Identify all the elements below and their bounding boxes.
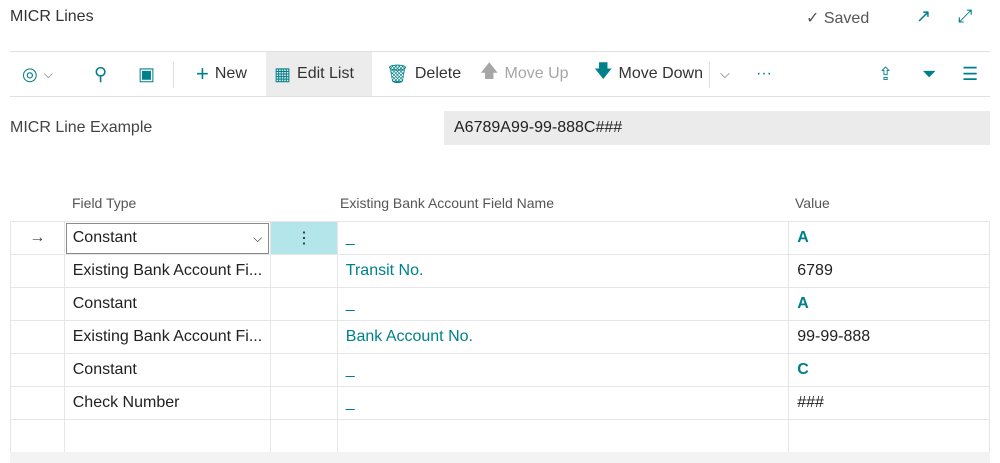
- more-options-button[interactable]: ···: [748, 52, 780, 96]
- saved-status: ✓ Saved: [806, 10, 870, 27]
- field-type-cell[interactable]: Check Number: [63, 386, 272, 420]
- copilot-menu-button[interactable]: ◎ ⌵: [14, 52, 61, 96]
- search-icon: ⚲: [94, 63, 108, 84]
- move-down-dropdown[interactable]: ⌵: [712, 52, 738, 96]
- column-header-value[interactable]: Value: [795, 195, 830, 211]
- field-type-cell[interactable]: Constant: [63, 353, 272, 387]
- edit-list-button[interactable]: ▦ Edit List: [266, 52, 372, 96]
- arrow-up-icon: 🡅: [480, 61, 499, 81]
- table-row[interactable]: Constant _ C: [10, 353, 990, 387]
- table-row[interactable]: → Constant ⌵ ⋮ _ A: [10, 221, 990, 255]
- existing-field-cell[interactable]: _: [336, 221, 790, 255]
- share-button[interactable]: ⇪: [870, 52, 901, 96]
- move-up-button[interactable]: 🡅 Move Up: [472, 52, 577, 96]
- field-type-select[interactable]: Constant ⌵: [65, 222, 270, 254]
- open-new-window-icon[interactable]: ↗: [916, 6, 931, 27]
- chevron-down-icon: ⌵: [253, 230, 263, 245]
- plus-icon: +: [196, 61, 209, 86]
- table-row[interactable]: Check Number _ ###: [10, 386, 990, 420]
- check-icon: ✓: [806, 10, 820, 27]
- existing-field-cell[interactable]: _: [336, 353, 790, 387]
- value-cell[interactable]: 6789: [788, 254, 990, 288]
- list-view-button[interactable]: ☰: [954, 52, 986, 96]
- value-cell[interactable]: 99-99-888: [788, 320, 990, 354]
- empty-table-row[interactable]: [10, 419, 990, 453]
- existing-field-cell[interactable]: _: [336, 287, 790, 321]
- current-row-arrow-icon: →: [10, 221, 65, 255]
- value-cell[interactable]: A: [788, 221, 990, 255]
- action-bar: ◎ ⌵ ⚲ ▣ + New ▦ Edit List 🗑 Delete 🡅 Move Up …: [10, 51, 990, 97]
- value-cell[interactable]: A: [788, 287, 990, 321]
- layout-icon: ▣: [138, 63, 156, 84]
- arrow-down-icon: 🡇: [594, 61, 613, 81]
- field-type-cell[interactable]: Constant: [63, 287, 272, 321]
- micr-line-example-label: MICR Line Example: [10, 119, 153, 136]
- micr-line-example-field[interactable]: A6789A99-99-888C###: [444, 111, 990, 145]
- share-icon: ⇪: [878, 63, 894, 84]
- field-type-cell[interactable]: Existing Bank Account Fi...: [63, 254, 272, 288]
- column-header-existing-field[interactable]: Existing Bank Account Field Name: [340, 195, 554, 211]
- table-footer: [10, 452, 990, 463]
- field-type-cell[interactable]: Existing Bank Account Fi...: [63, 320, 272, 354]
- edit-list-icon: ▦: [274, 63, 292, 84]
- divider: [173, 62, 174, 88]
- table-row[interactable]: Constant _ A: [10, 287, 990, 321]
- delete-button[interactable]: 🗑 Delete: [378, 52, 469, 96]
- move-down-button[interactable]: 🡇 Move Down: [586, 52, 711, 96]
- chevron-down-icon: ⌵: [43, 66, 53, 81]
- micr-lines-table: → Constant ⌵ ⋮ _ A Existing Bank Account …: [10, 221, 990, 453]
- value-cell[interactable]: C: [788, 353, 990, 387]
- table-row[interactable]: Existing Bank Account Fi... Bank Account…: [10, 320, 990, 354]
- existing-field-cell[interactable]: _: [336, 386, 790, 420]
- chevron-down-icon: ⌵: [720, 66, 730, 81]
- list-icon: ☰: [962, 63, 979, 84]
- existing-field-cell[interactable]: Transit No.: [336, 254, 790, 288]
- personalize-button[interactable]: ▣: [130, 52, 163, 96]
- filter-button[interactable]: ⏷: [914, 52, 944, 96]
- divider: [709, 62, 710, 88]
- new-button[interactable]: + New: [188, 52, 255, 96]
- row-menu-button[interactable]: ⋮: [270, 221, 338, 255]
- value-cell[interactable]: ###: [788, 386, 990, 420]
- filter-icon: ⏷: [922, 63, 937, 84]
- trash-icon: 🗑: [386, 63, 409, 84]
- expand-icon[interactable]: ⤢: [958, 6, 972, 27]
- column-header-field-type[interactable]: Field Type: [72, 195, 136, 211]
- search-button[interactable]: ⚲: [86, 52, 115, 96]
- page-title: MICR Lines: [10, 8, 94, 25]
- table-row[interactable]: Existing Bank Account Fi... Transit No. …: [10, 254, 990, 288]
- existing-field-cell[interactable]: Bank Account No.: [336, 320, 790, 354]
- copilot-icon: ◎: [22, 63, 38, 84]
